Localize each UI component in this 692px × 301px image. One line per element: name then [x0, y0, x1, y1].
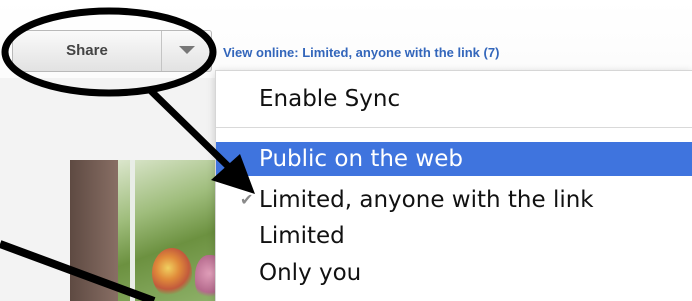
sharing-dropdown-menu: Enable Sync Public on the web ✔ Limited,…	[215, 70, 692, 301]
menu-item-label: Only you	[259, 260, 362, 286]
share-button-group: Share	[12, 30, 212, 72]
menu-item-label: Public on the web	[259, 146, 463, 172]
menu-item-public-on-web[interactable]: Public on the web	[216, 142, 692, 176]
menu-item-limited-anyone-with-link[interactable]: ✔ Limited, anyone with the link	[216, 183, 692, 217]
menu-item-label: Limited, anyone with the link	[259, 187, 594, 213]
menu-item-only-you[interactable]: Only you	[216, 256, 692, 290]
menu-item-label: Enable Sync	[259, 86, 401, 112]
share-button[interactable]: Share	[13, 31, 162, 71]
triangle-down-icon	[179, 46, 195, 54]
photo-window-frame	[130, 160, 135, 301]
menu-separator	[216, 127, 692, 128]
photo-flowers	[152, 248, 192, 298]
checkmark-icon: ✔	[240, 190, 254, 209]
photo-wall	[70, 160, 120, 301]
menu-item-enable-sync[interactable]: Enable Sync	[216, 82, 692, 116]
menu-item-limited[interactable]: Limited	[216, 219, 692, 253]
menu-item-label: Limited	[259, 223, 345, 249]
view-online-link[interactable]: View online: Limited, anyone with the li…	[223, 45, 499, 60]
share-dropdown-button[interactable]	[162, 31, 211, 71]
photo-thumbnail	[70, 160, 220, 301]
